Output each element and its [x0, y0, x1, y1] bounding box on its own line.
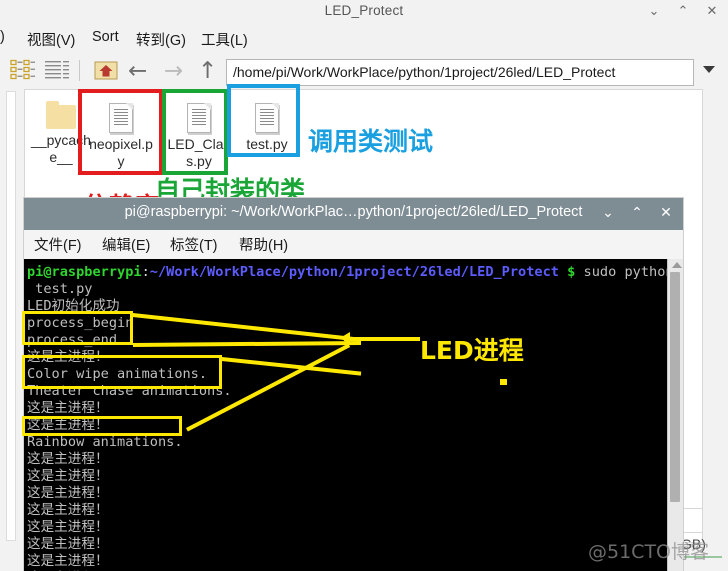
terminal-menu-file[interactable]: 文件(F) — [34, 234, 82, 255]
terminal-output-line: 这是主进程！ — [27, 400, 109, 416]
terminal-scrollbar-thumb[interactable] — [670, 272, 680, 502]
menu-item-tools[interactable]: 工具(L) — [201, 29, 248, 50]
back-arrow-icon[interactable]: ← — [128, 59, 147, 83]
prompt-sign: $ — [558, 264, 584, 280]
annotation-box-blue — [227, 84, 300, 157]
terminal-output-line: 这是主进程！ — [27, 451, 109, 467]
terminal-output-line: 这是主进程！ — [27, 468, 109, 484]
terminal-screen[interactable]: pi@raspberrypi:~/Work/WorkPlace/python/1… — [24, 259, 667, 571]
annotation-label-blue: 调用类测试 — [308, 127, 434, 156]
highlight-box-process — [22, 311, 133, 345]
terminal-title: pi@raspberrypi: ~/Work/WorkPlac…python/1… — [124, 204, 583, 220]
scroll-up-icon[interactable] — [672, 262, 682, 268]
file-manager-sidebar-panel — [6, 91, 16, 541]
file-manager-menubar: ) 视图(V) Sort 转到(G) 工具(L) — [0, 26, 728, 54]
list-view-icon[interactable] — [44, 59, 70, 86]
terminal-prompt-line: pi@raspberrypi:~/Work/WorkPlace/python/1… — [27, 264, 667, 281]
terminal-menu-tabs[interactable]: 标签(T) — [170, 234, 218, 255]
file-manager-window-controls: ⌄ ⌃ ✕ — [646, 4, 720, 20]
minimize-icon[interactable]: ⌄ — [646, 4, 662, 20]
terminal-menu-help[interactable]: 帮助(H) — [239, 234, 288, 255]
annotation-box-green — [162, 89, 228, 175]
terminal-output-line: Rainbow animations. — [27, 434, 183, 450]
maximize-icon[interactable]: ⌃ — [630, 205, 644, 221]
terminal-command-wrap: test.py — [27, 281, 93, 297]
minimize-icon[interactable]: ⌄ — [601, 205, 615, 221]
prompt-colon: : — [141, 264, 150, 280]
watermark-text: @51CTO博客 — [588, 541, 710, 563]
file-manager-title: LED_Protect — [324, 3, 404, 18]
terminal-output-line: 这是主进程！ — [27, 553, 109, 569]
annotation-dot — [500, 379, 507, 385]
forward-arrow-icon[interactable]: → — [164, 59, 183, 83]
terminal-output-line: 这是主进程！ — [27, 502, 109, 518]
terminal-window-controls: ⌄ ⌃ ✕ — [601, 205, 673, 221]
icon-view-icon[interactable] — [10, 59, 36, 86]
path-input[interactable]: /home/pi/Work/WorkPlace/python/1project/… — [226, 59, 694, 86]
pointer-arrowhead — [340, 332, 350, 344]
close-icon[interactable]: ✕ — [704, 4, 720, 20]
path-text: /home/pi/Work/WorkPlace/python/1project/… — [233, 64, 616, 80]
terminal-titlebar: pi@raspberrypi: ~/Work/WorkPlac…python/1… — [24, 198, 683, 230]
menu-item-goto[interactable]: 转到(G) — [136, 29, 186, 50]
menu-item-view[interactable]: 视图(V) — [27, 29, 75, 50]
pointer-line-5 — [344, 337, 420, 341]
menu-item-partial[interactable]: ) — [0, 29, 5, 45]
maximize-icon[interactable]: ⌃ — [675, 4, 691, 20]
prompt-user: pi@raspberrypi — [27, 264, 142, 280]
folder-icon — [46, 101, 76, 129]
terminal-output-line: 这是主进程！ — [27, 536, 109, 552]
annotation-box-red — [78, 89, 163, 175]
up-arrow-icon[interactable]: ↑ — [198, 59, 217, 83]
menu-item-sort[interactable]: Sort — [92, 29, 119, 45]
terminal-output-line: 这是主进程！ — [27, 519, 109, 535]
toolbar-separator — [79, 60, 80, 81]
highlight-box-animations — [22, 355, 222, 389]
terminal-menu-edit[interactable]: 编辑(E) — [102, 234, 150, 255]
highlight-box-rainbow — [22, 416, 182, 436]
terminal-output-line: 这是主进程！ — [27, 485, 109, 501]
chevron-down-icon[interactable] — [703, 66, 715, 73]
annotation-label-yellow: LED进程 — [420, 336, 524, 365]
prompt-path: ~/Work/WorkPlace/python/1project/26led/L… — [149, 264, 559, 280]
terminal-menubar: 文件(F) 编辑(E) 标签(T) 帮助(H) — [24, 230, 683, 259]
home-icon[interactable] — [94, 60, 118, 87]
close-icon[interactable]: ✕ — [659, 205, 673, 221]
terminal-command: sudo python3 — [583, 264, 667, 280]
file-manager-titlebar: LED_Protect ⌄ ⌃ ✕ — [0, 0, 728, 26]
